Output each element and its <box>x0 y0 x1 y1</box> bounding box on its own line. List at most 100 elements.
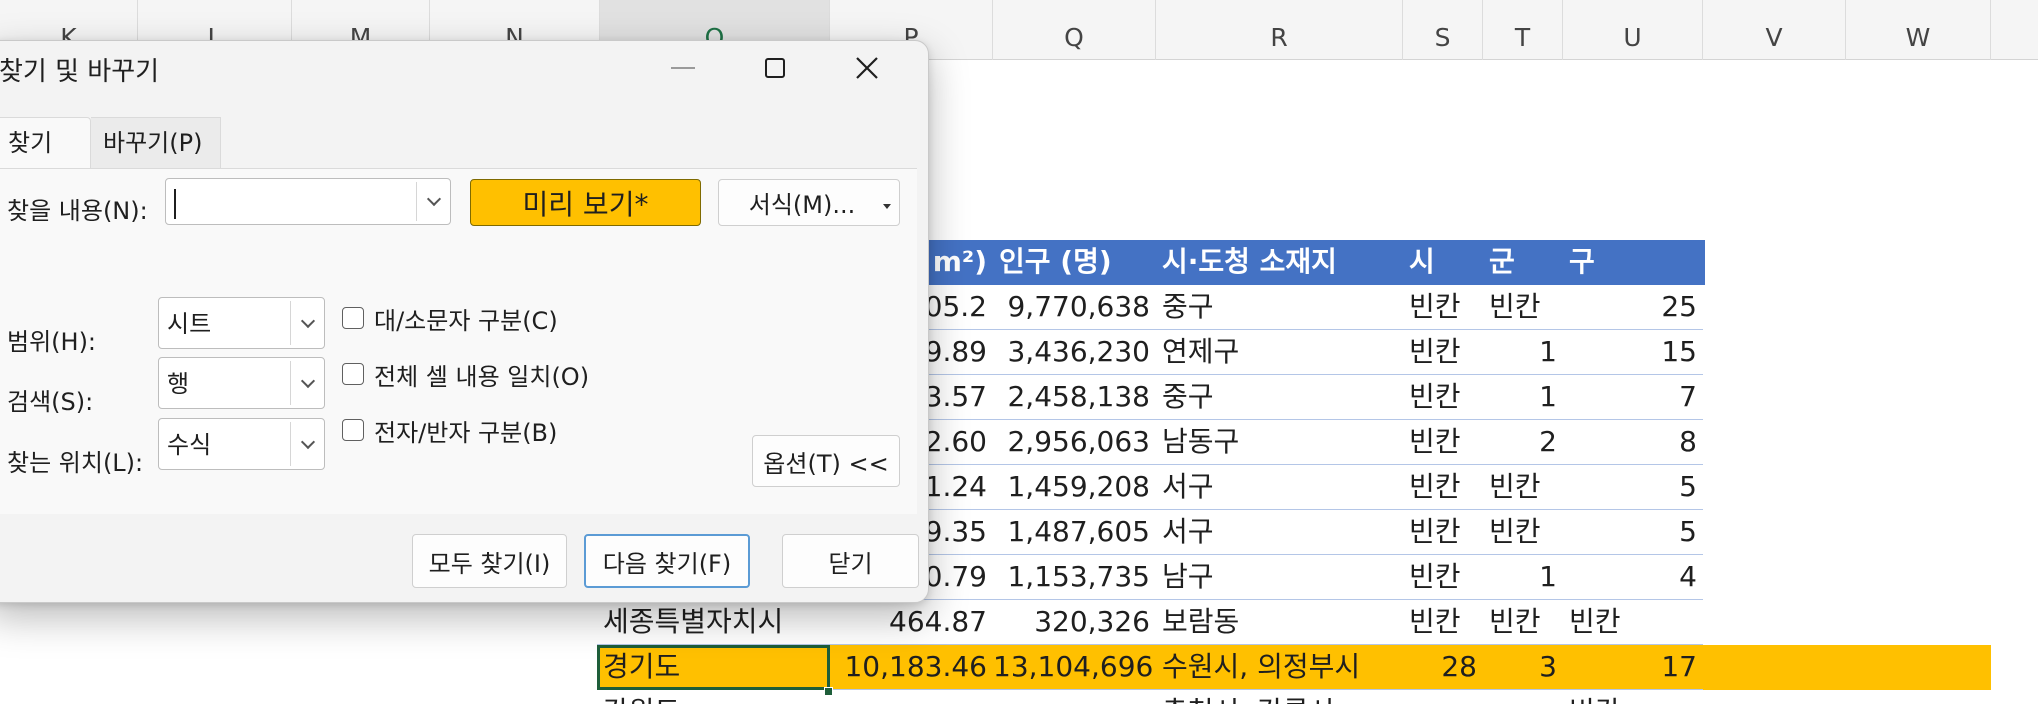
cell-q[interactable]: 9,770,638 <box>993 285 1156 330</box>
find-all-button[interactable]: 모두 찾기(I) <box>412 534 567 588</box>
chevron-down-icon <box>426 191 441 207</box>
cell-r[interactable]: 연제구 <box>1156 330 1403 375</box>
cell-r[interactable]: 서구 <box>1156 510 1403 555</box>
scope-label: 범위(H): <box>7 328 97 356</box>
search-order-select[interactable]: 행 <box>158 357 325 409</box>
cell-p[interactable]: 10,183.46 <box>830 645 993 690</box>
cell-r[interactable]: 남동구 <box>1156 420 1403 465</box>
cell-u[interactable]: 5 <box>1563 465 1703 510</box>
cell-u[interactable]: 5 <box>1563 510 1703 555</box>
match-case-checkbox[interactable]: 대/소문자 구분(C) <box>342 302 558 335</box>
cell-u[interactable]: 7 <box>1563 375 1703 420</box>
dialog-titlebar[interactable]: 찾기 및 바꾸기 <box>0 41 928 95</box>
cell-p[interactable]: 464.87 <box>830 600 993 645</box>
header-cell-u[interactable]: 구 <box>1563 240 1703 285</box>
checkbox-box[interactable] <box>342 307 364 329</box>
header-cell-r[interactable]: 시·도청 소재지 <box>1156 240 1403 285</box>
cell-u[interactable]: 15 <box>1563 330 1703 375</box>
close-button[interactable]: 닫기 <box>782 534 919 588</box>
column-header-u[interactable]: U <box>1563 0 1703 60</box>
cell-r[interactable]: 남구 <box>1156 555 1403 600</box>
cell-t[interactable]: 1 <box>1483 555 1563 600</box>
scope-dropdown[interactable] <box>290 301 324 345</box>
cell-q[interactable]: 2,458,138 <box>993 375 1156 420</box>
cell-q[interactable]: 2,956,063 <box>993 420 1156 465</box>
cell-s[interactable]: 빈칸 <box>1403 465 1483 510</box>
cell-r[interactable]: 춘천시, 강릉시 <box>1156 690 1403 704</box>
find-next-button[interactable]: 다음 찾기(F) <box>584 534 750 588</box>
cell-r[interactable]: 중구 <box>1156 375 1403 420</box>
cell-t[interactable]: 빈칸 <box>1483 510 1563 555</box>
cell-r[interactable]: 서구 <box>1156 465 1403 510</box>
cell-u[interactable]: 8 <box>1563 420 1703 465</box>
close-window-button[interactable] <box>821 41 913 95</box>
cell-t[interactable] <box>1483 690 1563 704</box>
cell-u[interactable]: 25 <box>1563 285 1703 330</box>
cell-t[interactable]: 1 <box>1483 375 1563 420</box>
cell-u[interactable]: 빈칸 <box>1563 600 1703 645</box>
cell-p[interactable] <box>830 690 993 704</box>
cell-u[interactable]: 4 <box>1563 555 1703 600</box>
match-byte-width-label: 전자/반자 구분(B) <box>374 418 558 447</box>
cell-q[interactable]: 1,153,735 <box>993 555 1156 600</box>
cell-s[interactable]: 빈칸 <box>1403 555 1483 600</box>
cell-t[interactable]: 빈칸 <box>1483 465 1563 510</box>
maximize-button[interactable] <box>729 41 821 95</box>
match-byte-width-checkbox[interactable]: 전자/반자 구분(B) <box>342 414 558 447</box>
highlighted-row: 경기도 10,183.46 13,104,696 수원시, 의정부시 28 3 … <box>597 645 1991 690</box>
cell-q[interactable]: 3,436,230 <box>993 330 1156 375</box>
find-history-dropdown[interactable] <box>416 182 450 221</box>
cell-q[interactable] <box>993 690 1156 704</box>
cell-s[interactable]: 빈칸 <box>1403 510 1483 555</box>
match-entire-cell-checkbox[interactable]: 전체 셀 내용 일치(O) <box>342 358 589 391</box>
options-button[interactable]: 옵션(T) << <box>752 435 900 487</box>
cell-s[interactable]: 빈칸 <box>1403 600 1483 645</box>
cell-s[interactable]: 빈칸 <box>1403 420 1483 465</box>
header-cell-q[interactable]: 인구 (명) <box>993 240 1156 285</box>
minimize-button[interactable] <box>637 41 729 95</box>
column-header-s[interactable]: S <box>1403 0 1483 60</box>
find-what-input[interactable] <box>165 178 451 225</box>
cell-q[interactable]: 1,487,605 <box>993 510 1156 555</box>
cell-q[interactable]: 1,459,208 <box>993 465 1156 510</box>
cell-o[interactable]: 강원도 <box>597 690 830 704</box>
format-button[interactable]: 서식(M)... <box>718 179 900 226</box>
column-header-q[interactable]: Q <box>993 0 1156 60</box>
active-cell-o[interactable]: 경기도 <box>597 645 830 690</box>
tab-find[interactable]: 찾기(D) <box>0 117 91 207</box>
cell-r[interactable]: 수원시, 의정부시 <box>1156 645 1403 690</box>
cell-s[interactable]: 빈칸 <box>1403 285 1483 330</box>
header-cell-t[interactable]: 군 <box>1483 240 1563 285</box>
text-cursor <box>174 189 176 219</box>
look-in-dropdown[interactable] <box>290 422 324 466</box>
look-in-select[interactable]: 수식 <box>158 418 325 470</box>
checkbox-box[interactable] <box>342 419 364 441</box>
column-header-v[interactable]: V <box>1703 0 1846 60</box>
cell-q[interactable]: 320,326 <box>993 600 1156 645</box>
cell-t[interactable]: 3 <box>1483 645 1563 690</box>
cell-s[interactable]: 빈칸 <box>1403 375 1483 420</box>
cell-u[interactable]: 빈칸 <box>1563 690 1703 704</box>
cell-t[interactable]: 빈칸 <box>1483 600 1563 645</box>
cell-r[interactable]: 중구 <box>1156 285 1403 330</box>
search-order-dropdown[interactable] <box>290 361 324 405</box>
preview-button[interactable]: 미리 보기* <box>470 179 701 226</box>
cell-t[interactable]: 1 <box>1483 330 1563 375</box>
header-cell-s[interactable]: 시 <box>1403 240 1483 285</box>
cell-s[interactable]: 28 <box>1403 645 1483 690</box>
chevron-down-icon <box>300 434 315 449</box>
cell-o[interactable]: 세종특별자치시 <box>597 600 830 645</box>
column-header-r[interactable]: R <box>1156 0 1403 60</box>
column-header-t[interactable]: T <box>1483 0 1563 60</box>
scope-select[interactable]: 시트 <box>158 297 325 349</box>
cell-u[interactable]: 17 <box>1563 645 1703 690</box>
checkbox-box[interactable] <box>342 363 364 385</box>
tab-replace[interactable]: 바꾸기(P) <box>91 117 221 169</box>
cell-r[interactable]: 보람동 <box>1156 600 1403 645</box>
cell-q[interactable]: 13,104,696 <box>993 645 1156 690</box>
cell-s[interactable] <box>1403 690 1483 704</box>
cell-t[interactable]: 2 <box>1483 420 1563 465</box>
cell-s[interactable]: 빈칸 <box>1403 330 1483 375</box>
column-header-w[interactable]: W <box>1846 0 1991 60</box>
cell-t[interactable]: 빈칸 <box>1483 285 1563 330</box>
